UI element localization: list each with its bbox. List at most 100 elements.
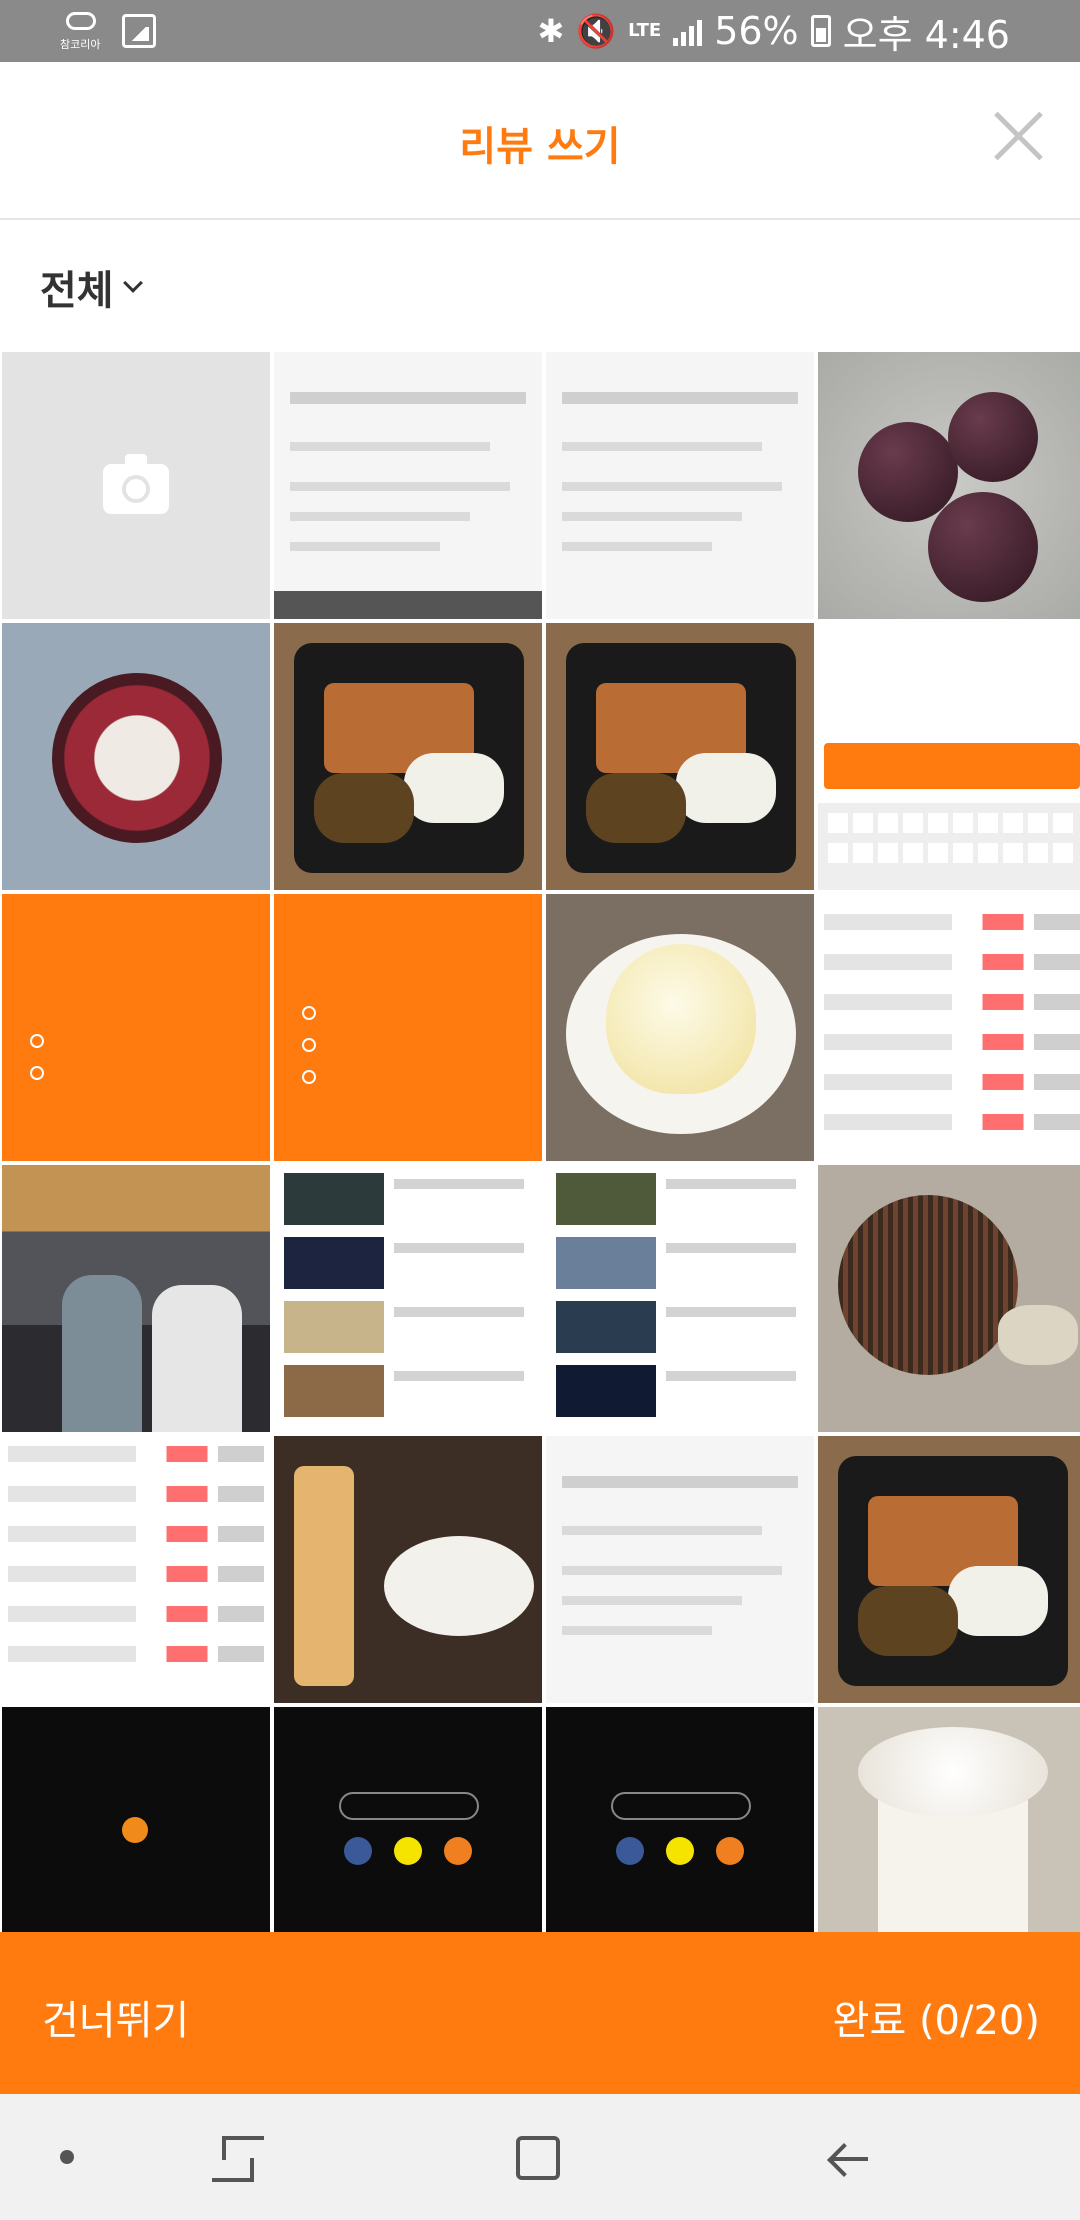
photo-thumbnail[interactable] <box>818 352 1080 619</box>
talk-icon <box>666 1837 694 1865</box>
rice-shape <box>676 753 776 823</box>
thumb-line <box>562 1476 798 1488</box>
thumb-row <box>824 954 1080 970</box>
thumb-line <box>562 1566 782 1575</box>
pill-shape <box>339 1792 479 1820</box>
thumb-line <box>562 542 712 551</box>
thumb-line <box>562 392 798 404</box>
album-filter-label: 전체 <box>40 268 114 314</box>
action-bar: 건너뛰기 완료 (0/20) <box>0 1932 1080 2094</box>
photo-grid <box>0 352 1080 1932</box>
album-filter-dropdown[interactable]: 전체 <box>40 258 143 316</box>
thumb-row <box>8 1606 264 1622</box>
photo-thumbnail[interactable] <box>818 623 1080 890</box>
camera-icon <box>103 453 169 514</box>
photo-thumbnail[interactable] <box>2 1165 270 1432</box>
thumb-row <box>8 1526 264 1542</box>
fruit-shape <box>928 492 1038 602</box>
video-thumb-shape <box>556 1173 656 1225</box>
rice-shape <box>404 753 504 823</box>
video-thumb-shape <box>556 1237 656 1289</box>
photo-thumbnail[interactable] <box>274 894 542 1161</box>
mute-icon: 🔇 <box>576 12 617 50</box>
photo-thumbnail[interactable] <box>546 1707 814 1932</box>
page-title: 리뷰 쓰기 <box>459 124 621 170</box>
pin-icon <box>30 1034 44 1048</box>
thumb-line <box>290 482 510 491</box>
curry-shape <box>586 773 686 843</box>
thumb-row <box>824 1074 1080 1090</box>
person-shape <box>62 1275 142 1432</box>
photo-thumbnail[interactable] <box>274 1165 542 1432</box>
camera-tile[interactable] <box>2 352 270 619</box>
photo-thumbnail[interactable] <box>818 894 1080 1161</box>
photo-thumbnail[interactable] <box>546 352 814 619</box>
link-icon <box>716 1837 744 1865</box>
video-thumb-shape <box>284 1173 384 1225</box>
photo-thumbnail[interactable] <box>546 894 814 1161</box>
photo-thumbnail[interactable] <box>274 623 542 890</box>
pin-icon <box>302 1006 316 1020</box>
camera-icon <box>30 1066 44 1080</box>
photo-thumbnail[interactable] <box>546 1436 814 1703</box>
recent-apps-icon[interactable] <box>212 2136 264 2182</box>
photo-thumbnail[interactable] <box>546 623 814 890</box>
thumb-row <box>8 1566 264 1582</box>
photo-thumbnail[interactable] <box>546 1165 814 1432</box>
bowl-shape <box>998 1305 1078 1365</box>
menu-shape <box>302 1038 316 1052</box>
photo-thumbnail[interactable] <box>274 1436 542 1703</box>
home-icon[interactable] <box>516 2136 560 2180</box>
skip-button[interactable]: 건너뛰기 <box>42 1988 189 2046</box>
thumb-line <box>562 1526 762 1535</box>
grill-shape <box>838 1195 1018 1375</box>
photo-thumbnail[interactable] <box>274 1707 542 1932</box>
thumb-line <box>562 1626 712 1635</box>
thumb-row <box>8 1446 264 1462</box>
carrier-label: 참코리아 <box>60 38 101 51</box>
plate-shape <box>384 1536 534 1636</box>
bluetooth-icon: ✱ <box>537 12 565 50</box>
dot-icon[interactable] <box>60 2150 74 2164</box>
camera-icon <box>302 1038 316 1052</box>
photo-thumbnail[interactable] <box>2 894 270 1161</box>
thumb-line <box>290 442 490 451</box>
pill-shape <box>611 1792 751 1820</box>
thumb-row <box>824 994 1080 1010</box>
thumb-row <box>824 1114 1080 1130</box>
photo-thumbnail[interactable] <box>818 1707 1080 1932</box>
close-icon[interactable] <box>992 110 1044 162</box>
orange-banner-shape <box>824 743 1080 789</box>
thumb-line <box>394 1179 524 1189</box>
curry-shape <box>858 1586 958 1656</box>
rice-shape <box>948 1566 1048 1636</box>
video-thumb-shape <box>284 1237 384 1289</box>
photo-thumbnail[interactable] <box>2 623 270 890</box>
link-icon <box>444 1837 472 1865</box>
video-thumb-shape <box>556 1365 656 1417</box>
thumb-line <box>290 512 470 521</box>
done-button[interactable]: 완료 (0/20) <box>833 1988 1040 2046</box>
back-icon[interactable] <box>826 2138 868 2178</box>
photo-thumbnail[interactable] <box>274 352 542 619</box>
video-thumb-shape <box>284 1301 384 1353</box>
clock: 오후 4:46 <box>842 12 1010 57</box>
chevron-down-icon <box>122 273 143 293</box>
gallery-icon <box>122 14 156 48</box>
photo-thumbnail[interactable] <box>2 1436 270 1703</box>
facebook-icon <box>344 1837 372 1865</box>
cloud-shape <box>66 12 96 30</box>
photo-thumbnail[interactable] <box>818 1436 1080 1703</box>
battery-icon <box>810 15 831 47</box>
photo-thumbnail[interactable] <box>2 1707 270 1932</box>
header: 리뷰 쓰기 <box>0 62 1080 220</box>
fruit-shape <box>52 673 222 843</box>
bottle-shape <box>294 1466 354 1686</box>
thumb-row <box>824 1034 1080 1050</box>
video-thumb-shape <box>556 1301 656 1353</box>
talk-icon <box>394 1837 422 1865</box>
thumb-line <box>666 1371 796 1381</box>
photo-thumbnail[interactable] <box>818 1165 1080 1432</box>
menu-shape <box>302 1070 316 1084</box>
curry-shape <box>314 773 414 843</box>
